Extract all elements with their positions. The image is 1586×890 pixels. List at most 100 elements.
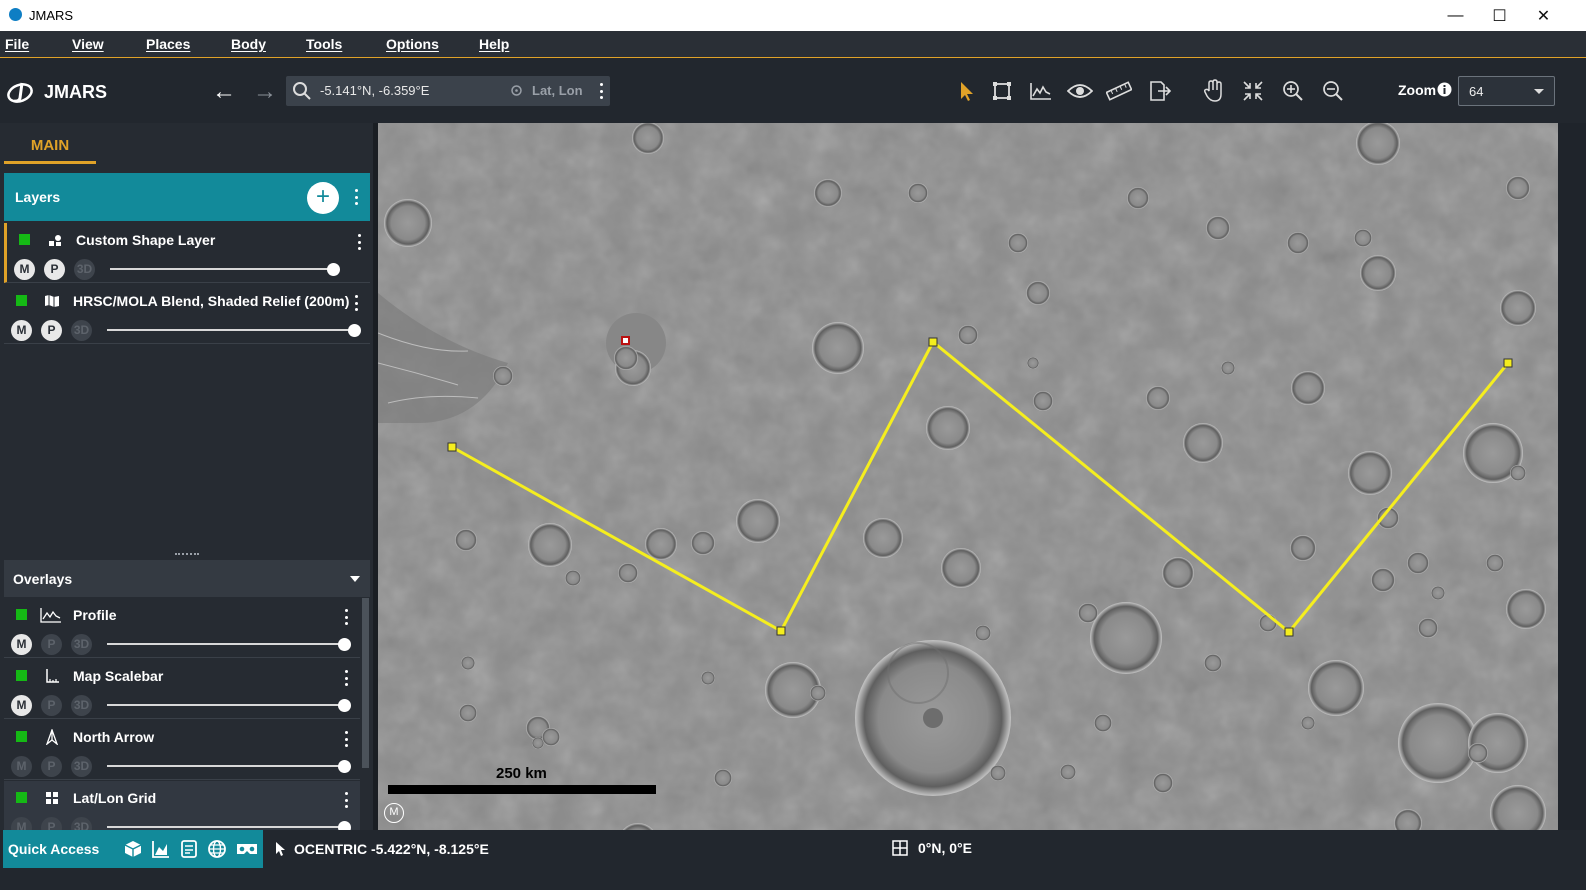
close-button[interactable]: ✕	[1521, 0, 1566, 31]
layer-visibility-checkbox[interactable]	[19, 234, 30, 245]
opacity-slider[interactable]	[107, 329, 353, 331]
pointer-tool-icon[interactable]	[953, 78, 979, 104]
zoom-value[interactable]: 64	[1469, 84, 1483, 99]
main-view-toggle[interactable]: M	[11, 695, 32, 716]
pan-hand-icon[interactable]	[1201, 78, 1227, 104]
opacity-slider[interactable]	[107, 704, 343, 706]
investigate-eye-icon[interactable]	[1067, 78, 1093, 104]
opacity-slider[interactable]	[107, 765, 343, 767]
zoom-extent-icon[interactable]	[1240, 78, 1266, 104]
3d-disabled-icon: 3D	[71, 756, 92, 777]
crosshair-icon[interactable]	[510, 84, 523, 97]
shaded-relief-map[interactable]	[378, 123, 1558, 830]
vr-headset-icon[interactable]	[235, 839, 259, 859]
overlay-menu-icon[interactable]	[343, 731, 349, 747]
layer-menu-icon[interactable]	[356, 234, 362, 250]
zoom-out-icon[interactable]	[1320, 78, 1346, 104]
back-arrow-icon[interactable]: ←	[212, 78, 236, 106]
main-view-toggle[interactable]: M	[11, 634, 32, 655]
opacity-slider-thumb[interactable]	[338, 638, 351, 651]
document-icon[interactable]	[179, 839, 199, 859]
coordinate-mode[interactable]: Lat, Lon	[532, 83, 583, 98]
shape-vertex[interactable]	[776, 626, 786, 636]
overlay-row-map-scalebar[interactable]: Map Scalebar M P 3D	[4, 659, 360, 719]
info-icon[interactable]	[1437, 82, 1452, 97]
opacity-slider-thumb[interactable]	[348, 324, 361, 337]
3d-view-toggle[interactable]: 3D	[71, 817, 92, 830]
panner-view-toggle[interactable]: P	[41, 817, 62, 830]
layers-menu-icon[interactable]	[353, 189, 359, 205]
measure-ruler-icon[interactable]	[1106, 78, 1132, 104]
menu-view[interactable]: View	[72, 36, 104, 52]
zoom-in-icon[interactable]	[1280, 78, 1306, 104]
profile-tool-icon[interactable]	[1028, 78, 1054, 104]
menu-places[interactable]: Places	[146, 36, 190, 52]
opacity-slider[interactable]	[107, 643, 343, 645]
menu-body[interactable]: Body	[231, 36, 266, 52]
map-view[interactable]: 250 km M	[378, 123, 1558, 830]
search-value[interactable]: -5.141°N, -6.359°E	[320, 83, 429, 98]
chevron-down-icon	[1534, 89, 1544, 94]
add-layer-button[interactable]: +	[307, 182, 339, 214]
opacity-slider[interactable]	[110, 268, 332, 270]
panner-disabled-icon: P	[41, 695, 62, 716]
panel-splitter[interactable]	[175, 553, 199, 557]
overlay-menu-icon[interactable]	[343, 609, 349, 625]
quick-access-bar: Quick Access	[3, 830, 263, 868]
minimize-button[interactable]: —	[1433, 0, 1478, 31]
export-icon[interactable]	[1147, 78, 1173, 104]
map-mode-badge[interactable]: M	[384, 803, 404, 823]
overlays-scrollbar[interactable]	[362, 598, 369, 768]
shape-vertex[interactable]	[928, 337, 938, 347]
menu-tools[interactable]: Tools	[306, 36, 342, 52]
overlay-menu-icon[interactable]	[343, 670, 349, 686]
grid-icon	[46, 792, 58, 804]
overlay-row-north-arrow[interactable]: North Arrow M P 3D	[4, 720, 360, 780]
overlay-visibility-checkbox[interactable]	[16, 609, 27, 620]
menu-options[interactable]: Options	[386, 36, 439, 52]
left-panel: MAIN Layers + Custom Shape Layer M P 3D …	[0, 123, 373, 830]
chevron-down-icon[interactable]	[350, 576, 360, 582]
opacity-slider-thumb[interactable]	[338, 821, 351, 830]
3d-view-toggle[interactable]: 3D	[74, 259, 95, 280]
overlay-visibility-checkbox[interactable]	[16, 731, 27, 742]
shape-vertex[interactable]	[447, 442, 457, 452]
opacity-slider-thumb[interactable]	[338, 760, 351, 773]
main-view-toggle[interactable]: M	[11, 756, 32, 777]
main-view-toggle[interactable]: M	[11, 817, 32, 830]
layer-row-hrsc-mola[interactable]: HRSC/MOLA Blend, Shaded Relief (200m) M …	[4, 284, 370, 344]
menu-help[interactable]: Help	[479, 36, 509, 52]
maximize-button[interactable]: ☐	[1477, 0, 1522, 31]
select-rect-tool-icon[interactable]	[989, 78, 1015, 104]
layer-menu-icon[interactable]	[353, 295, 359, 311]
zoom-select[interactable]: 64	[1458, 76, 1555, 106]
layer-row-custom-shape[interactable]: Custom Shape Layer M P 3D	[4, 223, 370, 283]
layer-visibility-checkbox[interactable]	[16, 295, 27, 306]
opacity-slider-thumb[interactable]	[338, 699, 351, 712]
forward-arrow-icon[interactable]: →	[253, 78, 277, 106]
search-menu-icon[interactable]	[598, 83, 604, 99]
opacity-slider[interactable]	[107, 826, 343, 828]
overlays-header[interactable]: Overlays	[4, 560, 370, 597]
layer-name: Custom Shape Layer	[76, 232, 216, 248]
overlay-menu-icon[interactable]	[343, 792, 349, 808]
app-name: JMARS	[44, 82, 108, 102]
location-search-input[interactable]: -5.141°N, -6.359°E Lat, Lon	[286, 76, 610, 106]
shape-vertex[interactable]	[1503, 358, 1513, 368]
3d-view-toggle[interactable]: 3D	[71, 320, 92, 341]
overlay-visibility-checkbox[interactable]	[16, 670, 27, 681]
shape-vertex[interactable]	[1284, 627, 1294, 637]
panner-view-toggle[interactable]: P	[41, 320, 62, 341]
3d-cube-icon[interactable]	[123, 839, 143, 859]
tab-main[interactable]: MAIN	[4, 123, 96, 164]
overlay-row-latlon-grid[interactable]: Lat/Lon Grid M P 3D	[4, 781, 360, 830]
globe-icon[interactable]	[207, 839, 227, 859]
panner-view-toggle[interactable]: P	[44, 259, 65, 280]
opacity-slider-thumb[interactable]	[327, 263, 340, 276]
overlay-visibility-checkbox[interactable]	[16, 792, 27, 803]
main-view-toggle[interactable]: M	[14, 259, 35, 280]
overlay-row-profile[interactable]: Profile M P 3D	[4, 598, 360, 658]
main-view-toggle[interactable]: M	[11, 320, 32, 341]
chart-icon[interactable]	[151, 839, 171, 859]
menu-file[interactable]: File	[5, 36, 29, 52]
